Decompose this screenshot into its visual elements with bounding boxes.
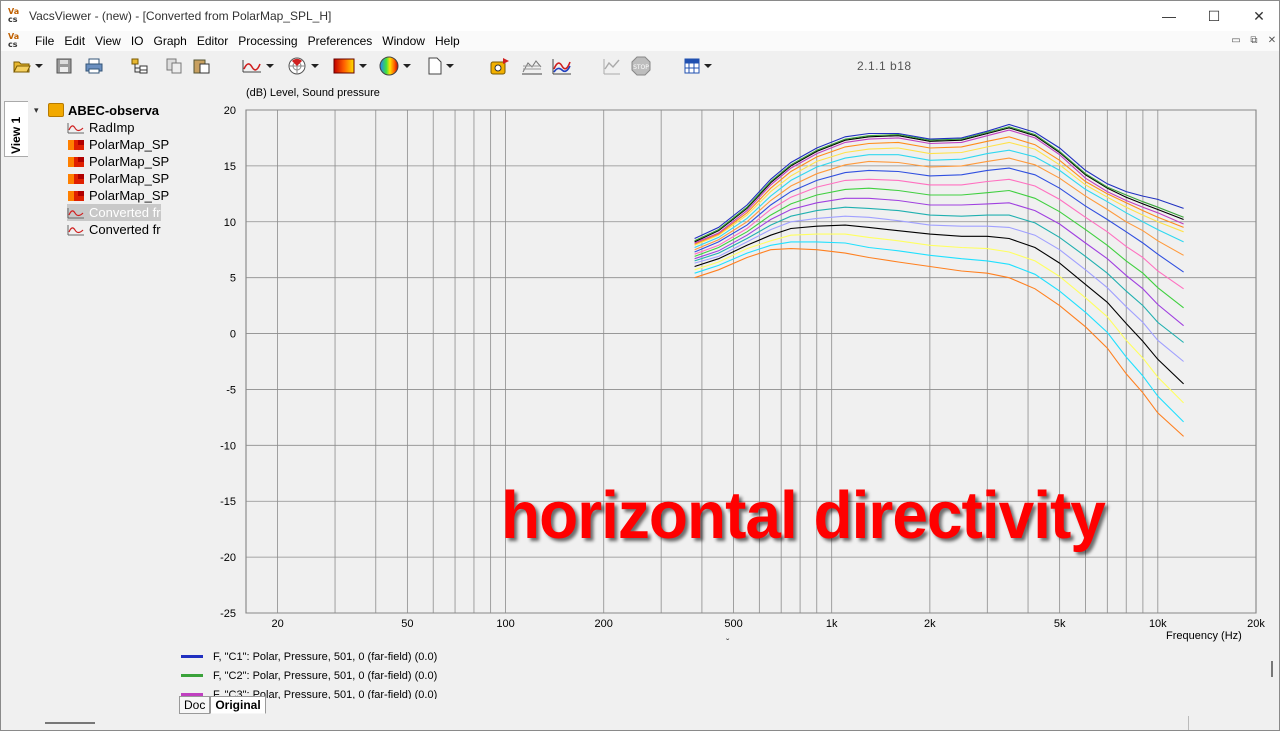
legend-entry[interactable]: F, "C1": Polar, Pressure, 501, 0 (far-fi… — [181, 647, 581, 666]
annotation-overlay: horizontal directivity — [501, 477, 1106, 553]
x-tick-label: 500 — [724, 618, 742, 630]
x-tick-label: 20 — [271, 618, 283, 630]
legend-swatch — [181, 674, 203, 677]
x-tick-label: 1k — [826, 618, 838, 630]
legend: F, "C1": Polar, Pressure, 501, 0 (far-fi… — [181, 647, 581, 699]
y-tick-label: 0 — [230, 329, 236, 341]
y-tick-label: 10 — [224, 217, 236, 229]
legend-entry[interactable]: F, "C2": Polar, Pressure, 501, 0 (far-fi… — [181, 666, 581, 685]
legend-label: F, "C2": Polar, Pressure, 501, 0 (far-fi… — [213, 669, 438, 682]
x-tick-label: 100 — [496, 618, 514, 630]
status-separator — [1188, 716, 1189, 730]
x-tick-label: 2k — [924, 618, 936, 630]
legend-label: F, "C1": Polar, Pressure, 501, 0 (far-fi… — [213, 650, 438, 663]
x-tick-label: 20k — [1247, 618, 1265, 630]
y-tick-label: -5 — [226, 384, 236, 396]
tab-original[interactable]: Original — [210, 696, 266, 714]
tab-doc[interactable]: Doc — [179, 696, 211, 714]
x-tick-label: 10k — [1149, 618, 1167, 630]
y-tick-label: -25 — [220, 608, 236, 620]
splitter-handle[interactable] — [45, 722, 95, 724]
y-tick-label: -20 — [220, 552, 236, 564]
app-window: Va cs VacsViewer - (new) - [Converted fr… — [0, 0, 1280, 731]
y-tick-label: -10 — [220, 440, 236, 452]
y-tick-label: 20 — [224, 105, 236, 117]
y-tick-label: 5 — [230, 273, 236, 285]
legend-swatch — [181, 655, 203, 658]
legend-expand-icon[interactable]: ˇ — [726, 638, 729, 649]
x-tick-label: 5k — [1054, 618, 1066, 630]
legend-scrollbar[interactable] — [1271, 661, 1273, 677]
y-tick-label: 15 — [224, 161, 236, 173]
y-tick-label: -15 — [220, 496, 236, 508]
bottom-tabs: Doc Original — [179, 696, 266, 714]
x-axis-label: Frequency (Hz) — [1166, 630, 1242, 642]
x-tick-label: 200 — [595, 618, 613, 630]
x-tick-label: 50 — [401, 618, 413, 630]
